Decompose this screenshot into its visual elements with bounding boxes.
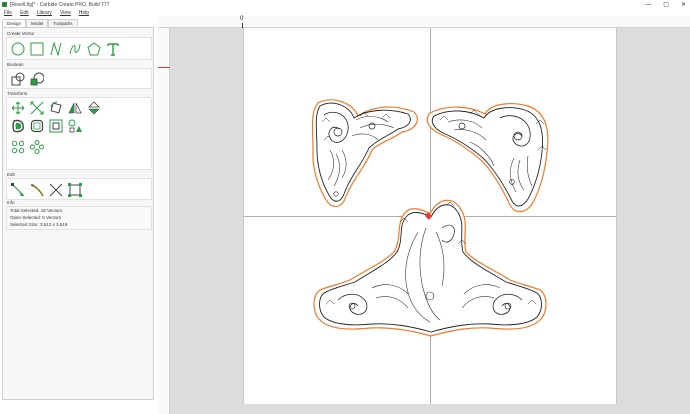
ornament-left-corner[interactable]: [311, 99, 418, 207]
ornament-bottom-center[interactable]: [313, 199, 547, 337]
ornament-right-corner[interactable]: [426, 103, 549, 213]
scroll-artwork[interactable]: [0, 0, 690, 414]
